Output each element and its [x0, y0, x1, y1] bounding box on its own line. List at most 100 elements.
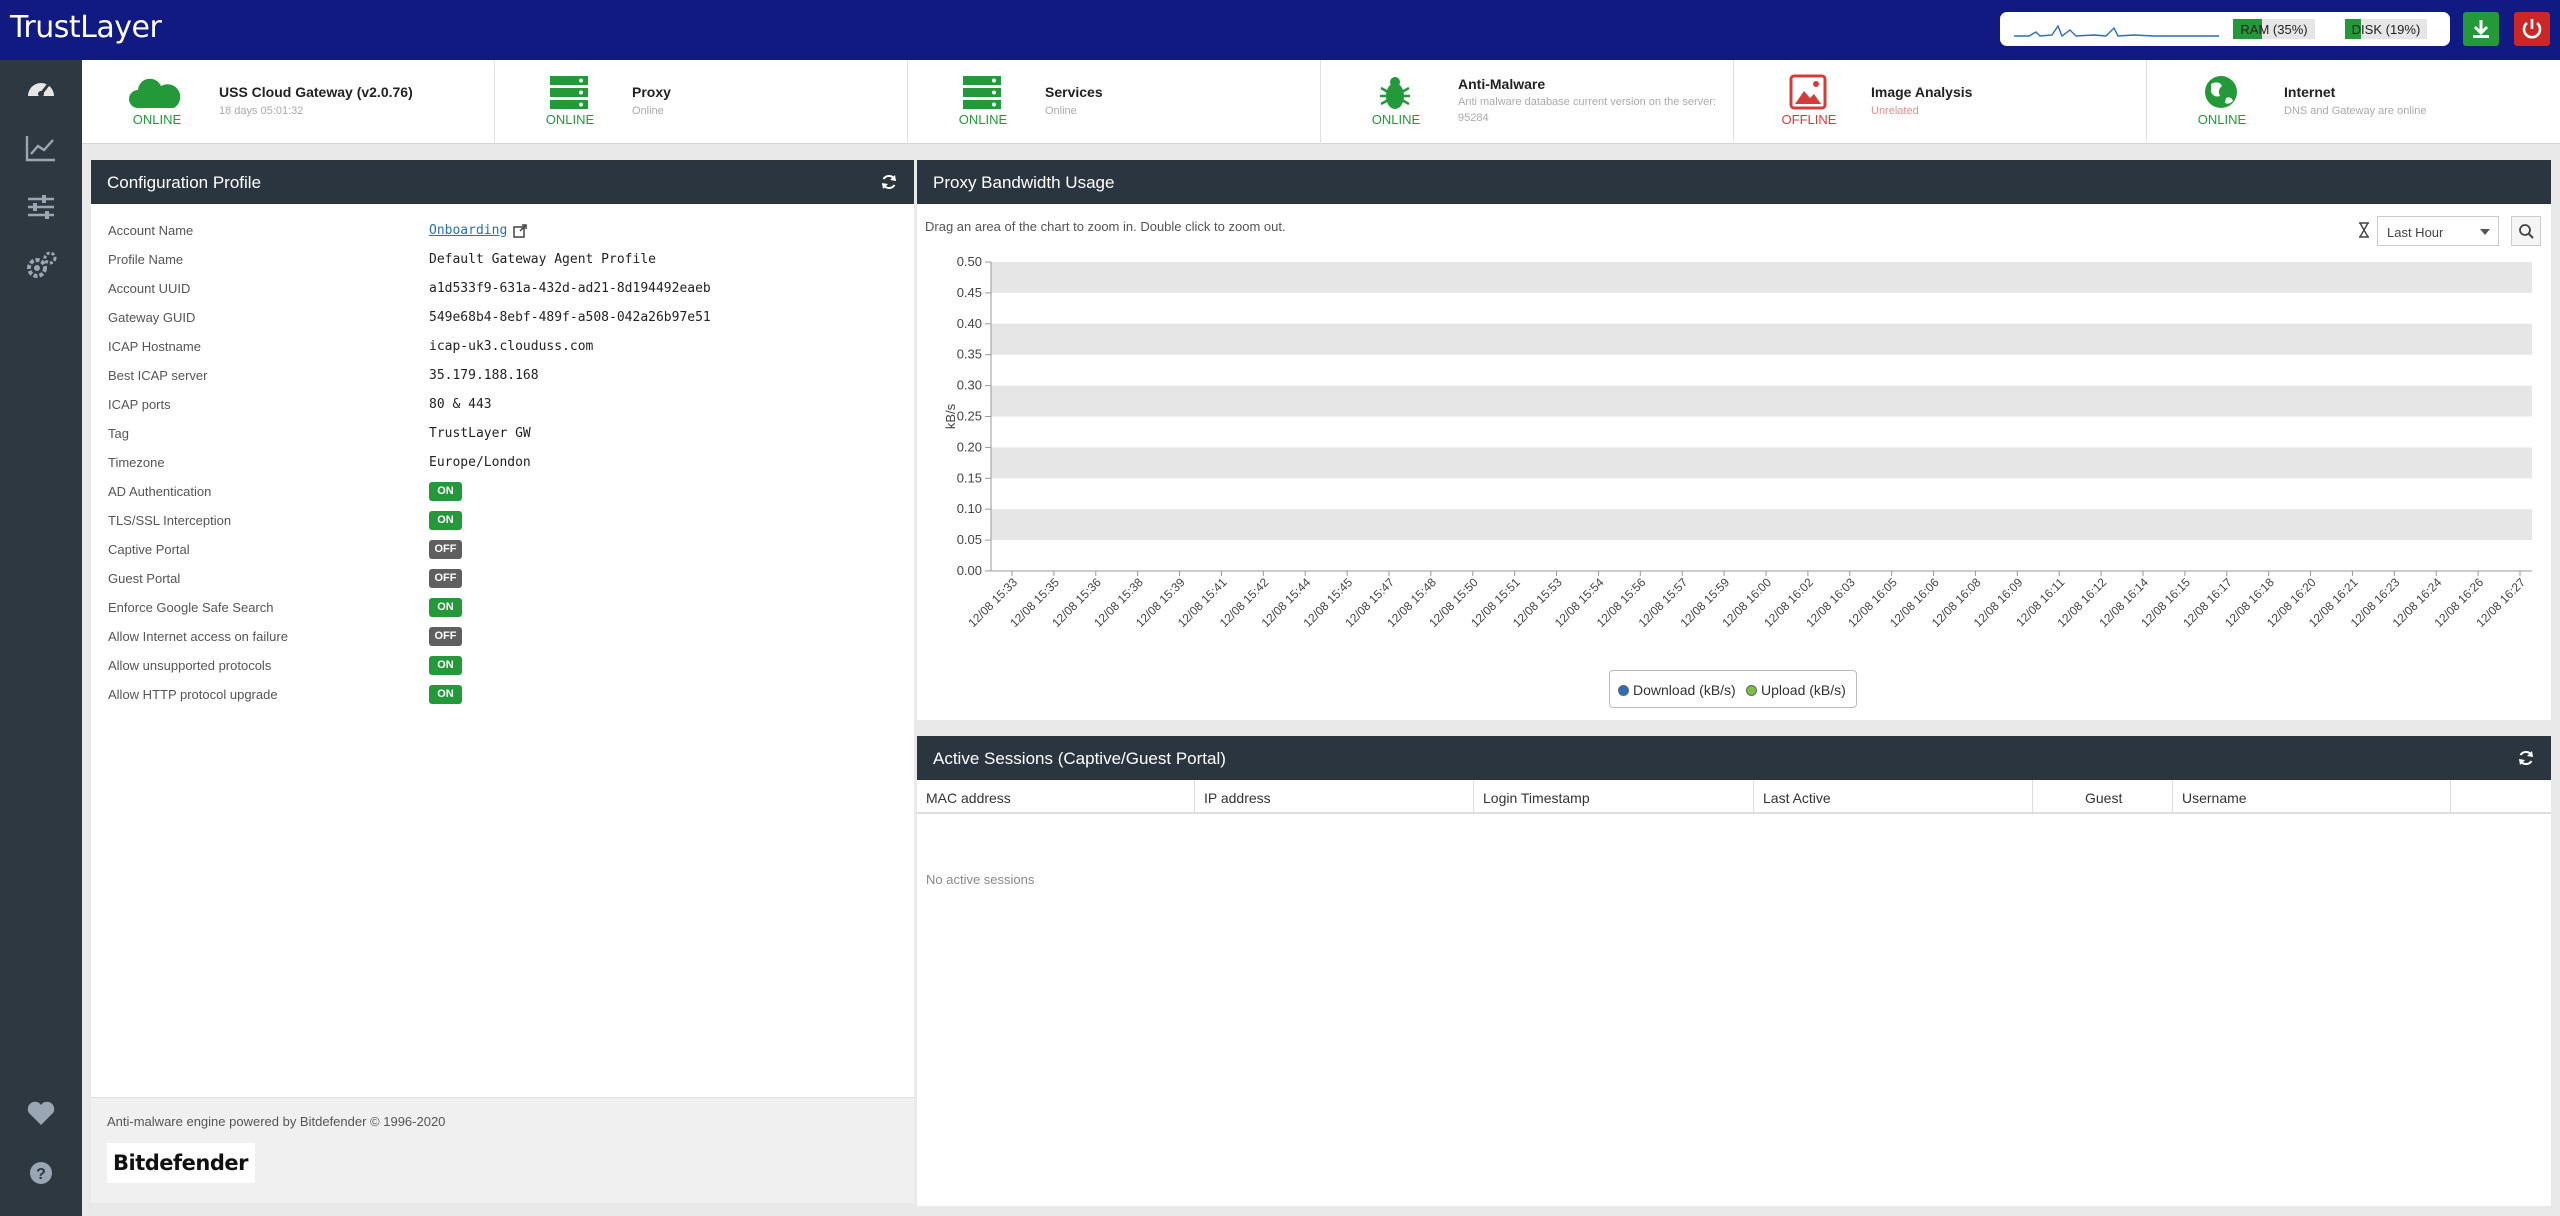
download-icon: [2473, 20, 2489, 38]
proxy-bandwidth-panel: Proxy Bandwidth Usage Drag an area of th…: [917, 160, 2551, 720]
legend-item-download[interactable]: Download (kB/s): [1618, 682, 1736, 698]
config-key: Account Name: [108, 223, 194, 238]
y-tick-label: 0.25: [957, 409, 982, 424]
panel-header: Active Sessions (Captive/Guest Portal): [917, 736, 2551, 780]
chevron-down-icon: [2480, 229, 2490, 235]
refresh-icon[interactable]: [2517, 749, 2535, 767]
config-key: Captive Portal: [108, 542, 190, 557]
refresh-icon[interactable]: [880, 173, 898, 191]
column-header-last-active[interactable]: Last Active: [1754, 780, 2033, 814]
legend-label: Upload (kB/s): [1761, 682, 1846, 698]
config-value: icap-uk3.clouduss.com: [429, 339, 594, 354]
panel-title: Proxy Bandwidth Usage: [933, 173, 1115, 192]
status-card-services: ONLINE Services Online: [908, 60, 1321, 144]
config-footer: Anti-malware engine powered by Bitdefend…: [91, 1097, 914, 1203]
time-range-select[interactable]: Last Hour: [2377, 216, 2499, 246]
grid-band: [991, 262, 2532, 293]
column-header-login[interactable]: Login Timestamp: [1474, 780, 1754, 814]
legend-item-upload[interactable]: Upload (kB/s): [1746, 682, 1846, 698]
status-subtitle: Online: [632, 105, 664, 117]
column-header-username[interactable]: Username: [2173, 780, 2451, 814]
ram-sparkline: [2014, 24, 2219, 38]
sidebar-item-statistics[interactable]: [22, 129, 60, 167]
status-badge: ON: [429, 482, 462, 501]
status-badge: ON: [429, 511, 462, 530]
config-key: Allow unsupported protocols: [108, 658, 272, 673]
y-tick-label: 0.45: [957, 285, 982, 300]
config-row-profile-name: Profile Name Default Gateway Agent Profi…: [91, 245, 914, 274]
footer-text: Anti-malware engine powered by Bitdefend…: [107, 1114, 446, 1129]
status-badge: OFF: [429, 540, 462, 559]
config-row-tls-ssl-interception: TLS/SSL Interception ON: [91, 506, 914, 535]
status-state: ONLINE: [132, 112, 182, 127]
column-header-actions: [2451, 780, 2551, 814]
empty-sessions-message: No active sessions: [926, 872, 1035, 887]
status-title: Image Analysis: [1871, 84, 1973, 100]
sidebar-item-dashboard[interactable]: [22, 70, 60, 108]
grid-band: [991, 447, 2532, 479]
column-header-mac[interactable]: MAC address: [917, 780, 1195, 814]
column-header-ip[interactable]: IP address: [1195, 780, 1474, 814]
grid-band: [991, 385, 2532, 417]
globe-icon: [2205, 76, 2237, 108]
zoom-button[interactable]: [2511, 216, 2541, 246]
config-row-best-icap-server: Best ICAP server 35.179.188.168: [91, 361, 914, 390]
bandwidth-chart[interactable]: 0.00 0.05 0.10 0.15 0.20 0.25 0.30 0.35 0.40 0.45…: [917, 250, 2551, 670]
download-button[interactable]: [2463, 12, 2499, 46]
status-subtitle: 18 days 05:01:32: [219, 105, 304, 117]
config-value: a1d533f9-631a-432d-ad21-8d194492eaeb: [429, 281, 711, 296]
sidebar-item-favorites[interactable]: [22, 1094, 60, 1132]
y-tick-label: 0.40: [957, 316, 982, 331]
config-key: Best ICAP server: [108, 368, 208, 383]
status-badge: ON: [429, 656, 462, 675]
config-row-http-upgrade: Allow HTTP protocol upgrade ON: [91, 680, 914, 709]
sidebar-item-advanced[interactable]: [22, 247, 60, 285]
config-row-internet-on-failure: Allow Internet access on failure OFF: [91, 622, 914, 651]
sidebar-item-settings[interactable]: [22, 188, 60, 226]
status-card-gateway: ONLINE USS Cloud Gateway (v2.0.76) 18 da…: [82, 60, 495, 144]
y-tick-label: 0.10: [957, 501, 982, 516]
config-row-ad-authentication: AD Authentication ON: [91, 477, 914, 506]
column-header-guest[interactable]: Guest: [2033, 780, 2173, 814]
config-value: Default Gateway Agent Profile: [429, 252, 656, 267]
external-link-icon[interactable]: [513, 224, 527, 238]
bug-icon: [1380, 77, 1410, 109]
config-value: TrustLayer GW: [429, 426, 531, 441]
panel-title: Configuration Profile: [107, 173, 262, 192]
config-row-icap-ports: ICAP ports 80 & 443: [91, 390, 914, 419]
sidebar-item-help[interactable]: ?: [22, 1154, 60, 1192]
status-card-proxy: ONLINE Proxy Online: [495, 60, 908, 144]
config-row-tag: Tag TrustLayer GW: [91, 419, 914, 448]
dashboard-gauge-icon: [28, 83, 54, 97]
config-key: TLS/SSL Interception: [108, 513, 232, 528]
y-tick-label: 0.50: [957, 254, 982, 269]
config-key: ICAP Hostname: [108, 339, 201, 354]
column-label: Guest: [2085, 790, 2123, 806]
disk-usage-label: DISK (19%): [2351, 22, 2421, 37]
status-title: Proxy: [632, 84, 671, 100]
configuration-profile-panel: Configuration Profile Account Name Onboa…: [91, 160, 914, 1097]
status-state: ONLINE: [1371, 112, 1421, 127]
status-subtitle: Unrelated: [1871, 105, 1919, 117]
time-range-value: Last Hour: [2387, 225, 2444, 240]
hourglass-icon: [2359, 222, 2369, 238]
top-bar: TrustLayer RAM (35%) DISK (19%): [0, 0, 2560, 60]
status-title: Services: [1045, 84, 1103, 100]
column-label: Login Timestamp: [1483, 790, 1590, 806]
image-icon: [1789, 74, 1827, 110]
y-tick-label: 0.20: [957, 439, 982, 454]
ram-usage-bar: RAM (35%): [2233, 19, 2315, 39]
config-row-account-name: Account Name Onboarding: [91, 216, 914, 245]
power-button[interactable]: [2514, 12, 2550, 46]
account-name-link[interactable]: Onboarding: [429, 223, 507, 238]
chart-hint: Drag an area of the chart to zoom in. Do…: [925, 219, 1286, 234]
config-key: Enforce Google Safe Search: [108, 600, 274, 615]
status-subtitle: DNS and Gateway are online: [2284, 105, 2427, 117]
resource-usage-widget: RAM (35%) DISK (19%): [2000, 12, 2450, 46]
server-icon: [963, 76, 1001, 109]
config-key: Gateway GUID: [108, 310, 196, 325]
config-value: 35.179.188.168: [429, 368, 539, 383]
y-tick-label: 0.00: [957, 563, 982, 578]
config-key: Account UUID: [108, 281, 191, 296]
column-label: IP address: [1204, 790, 1271, 806]
